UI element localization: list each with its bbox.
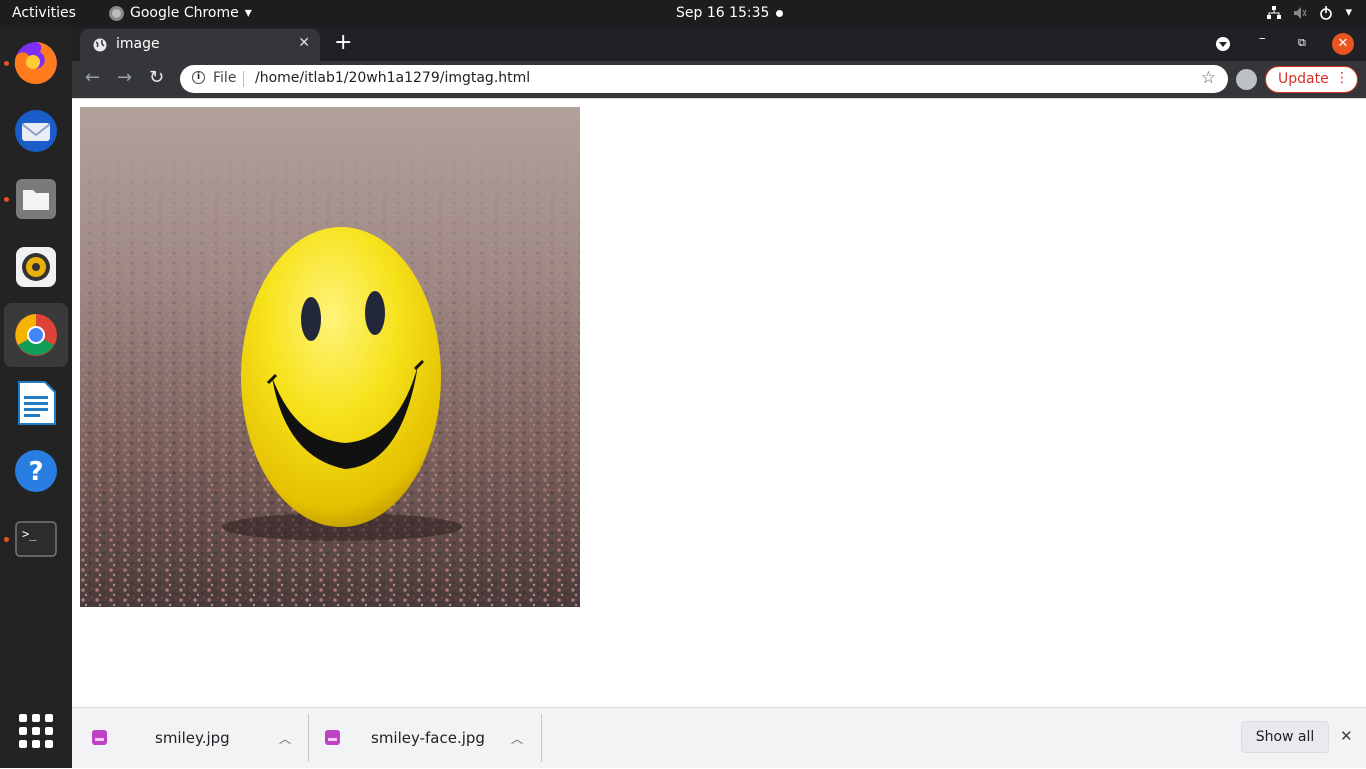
- url-text[interactable]: /home/itlab1/20wh1a1279/imgtag.html: [255, 70, 530, 86]
- activities-button[interactable]: Activities: [12, 5, 76, 21]
- update-button-label: Update: [1278, 71, 1329, 87]
- reload-icon[interactable]: ↻: [149, 67, 164, 88]
- show-all-button[interactable]: Show all: [1241, 721, 1329, 753]
- tab-search-icon[interactable]: [1216, 37, 1230, 51]
- forward-arrow-icon[interactable]: →: [117, 67, 132, 88]
- site-info-icon[interactable]: i: [192, 71, 205, 84]
- new-tab-button[interactable]: +: [334, 30, 352, 55]
- globe-icon: [93, 38, 107, 52]
- dock-item-terminal[interactable]: >_: [4, 507, 68, 571]
- omnibox-divider: [243, 71, 244, 87]
- back-arrow-icon[interactable]: ←: [85, 67, 100, 88]
- thunderbird-icon: [15, 110, 57, 152]
- dock: ? >_: [0, 27, 72, 768]
- volume-muted-icon: [1294, 6, 1307, 19]
- dock-item-rhythmbox[interactable]: [4, 235, 68, 299]
- clock[interactable]: Sep 16 15:35: [676, 5, 769, 21]
- dock-item-chrome[interactable]: [4, 303, 68, 367]
- tab-strip: image ✕ + – ⧉ ✕: [72, 27, 1366, 61]
- chevron-down-icon: ▾: [244, 5, 252, 21]
- kebab-menu-icon[interactable]: ⋮: [1335, 70, 1349, 86]
- bookmark-star-icon[interactable]: ☆: [1201, 68, 1216, 88]
- download-item[interactable]: smiley.jpg ︿: [72, 708, 308, 769]
- page-content: [72, 99, 1366, 707]
- app-menu[interactable]: Google Chrome ▾: [109, 5, 252, 21]
- profile-avatar-icon[interactable]: [1236, 69, 1257, 90]
- network-icon: [1267, 5, 1282, 19]
- gnome-top-bar: Activities Google Chrome ▾ Sep 16 15:35 …: [0, 0, 1366, 27]
- show-applications-button[interactable]: [4, 699, 68, 763]
- dock-item-help[interactable]: ?: [4, 439, 68, 503]
- app-menu-label: Google Chrome: [130, 5, 239, 21]
- smiley-image: [80, 107, 580, 607]
- firefox-icon: [14, 42, 57, 84]
- dock-item-writer[interactable]: [4, 371, 68, 435]
- image-file-icon: [92, 730, 107, 745]
- close-icon[interactable]: ✕: [1340, 727, 1353, 745]
- notification-dot-icon: [776, 10, 783, 17]
- apps-grid-icon: [19, 714, 53, 748]
- chrome-app-icon: [109, 5, 124, 21]
- writer-icon: [18, 381, 56, 425]
- download-filename: smiley-face.jpg: [371, 729, 485, 747]
- power-icon: [1320, 5, 1333, 20]
- tab-image[interactable]: image ✕: [80, 29, 320, 61]
- chevron-down-icon: ▾: [1345, 5, 1352, 20]
- restore-button[interactable]: ⧉: [1298, 36, 1306, 50]
- dock-item-firefox[interactable]: [4, 31, 68, 95]
- window-close-button[interactable]: ✕: [1332, 33, 1354, 55]
- minimize-button[interactable]: –: [1259, 31, 1266, 46]
- system-tray[interactable]: ▾: [1267, 5, 1352, 20]
- url-scheme-label: File: [213, 70, 237, 86]
- chrome-window: image ✕ + – ⧉ ✕ ← → ↻ i File /home/itlab…: [72, 27, 1366, 768]
- image-file-icon: [325, 730, 340, 745]
- download-divider: [541, 714, 542, 762]
- chevron-up-icon[interactable]: ︿: [279, 730, 291, 747]
- browser-toolbar: ← → ↻ i File /home/itlab1/20wh1a1279/img…: [72, 61, 1366, 98]
- download-filename: smiley.jpg: [155, 729, 230, 747]
- address-bar[interactable]: i File /home/itlab1/20wh1a1279/imgtag.ht…: [180, 65, 1228, 93]
- dock-item-thunderbird[interactable]: [4, 99, 68, 163]
- svg-text:?: ?: [28, 457, 43, 487]
- help-icon: ?: [15, 450, 57, 492]
- tab-title: image: [116, 36, 160, 52]
- tab-close-icon[interactable]: ✕: [298, 35, 310, 51]
- svg-text:>_: >_: [22, 527, 37, 541]
- download-shelf: smiley.jpg ︿ smiley-face.jpg ︿ Show all …: [72, 707, 1366, 768]
- terminal-icon: >_: [15, 521, 57, 557]
- dock-item-files[interactable]: [4, 167, 68, 231]
- chevron-up-icon[interactable]: ︿: [511, 730, 523, 747]
- chrome-icon: [15, 314, 57, 356]
- update-button[interactable]: Update ⋮: [1265, 66, 1358, 93]
- download-item[interactable]: smiley-face.jpg ︿: [305, 708, 541, 769]
- files-icon: [16, 179, 56, 219]
- rhythmbox-icon: [16, 247, 56, 287]
